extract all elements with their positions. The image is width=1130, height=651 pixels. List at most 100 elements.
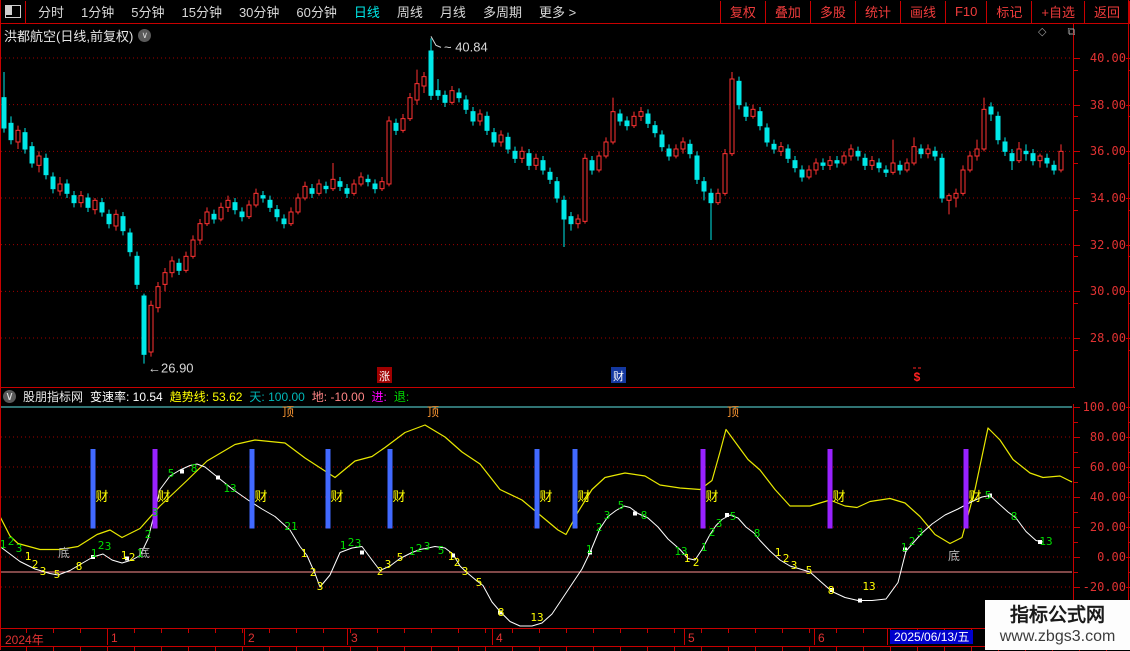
period-tab[interactable]: 分时: [38, 2, 64, 21]
candle-body: [212, 214, 216, 219]
top-label: 顶: [282, 405, 294, 419]
fib-count-label: 13: [862, 580, 875, 593]
event-marker: 财: [613, 369, 624, 383]
fib-count-label: 3: [16, 542, 23, 555]
candle-body: [401, 119, 405, 131]
candle-body: [163, 273, 167, 285]
candle-body: [919, 149, 923, 154]
candle-body: [16, 130, 20, 142]
candle-body: [37, 156, 41, 165]
toolbar-button[interactable]: F10: [945, 1, 986, 23]
period-tab[interactable]: 1分钟: [81, 2, 114, 21]
period-tab[interactable]: 多周期: [483, 2, 522, 21]
fib-count-label: 1: [586, 543, 593, 556]
toolbar-button[interactable]: 标记: [986, 1, 1031, 23]
candle-body: [569, 217, 573, 224]
fib-count-label: 21: [284, 520, 297, 533]
cai-label: 财: [157, 489, 170, 504]
toolbar-button[interactable]: +自选: [1031, 1, 1084, 23]
candle-body: [373, 184, 377, 189]
fib-count-label: 8: [828, 584, 835, 597]
fib-count-label: 13: [223, 482, 236, 495]
axis-label: 20.00: [1090, 520, 1126, 534]
axis-label: 36.00: [1090, 144, 1126, 158]
axis-tick: [1074, 245, 1080, 246]
candle-body: [86, 198, 90, 207]
candle-body: [338, 182, 342, 187]
fib-count-label: 2: [454, 556, 461, 569]
candle-body: [534, 158, 538, 165]
axis-label: 38.00: [1090, 98, 1126, 112]
candle-body: [590, 161, 594, 170]
chevron-down-icon[interactable]: ∨: [3, 390, 16, 403]
period-tab[interactable]: 月线: [440, 2, 466, 21]
candle-body: [72, 196, 76, 203]
candle-body: [1010, 154, 1014, 161]
candle-body: [737, 81, 741, 104]
toolbar-actions: 复权叠加多股统计画线F10标记+自选返回: [720, 1, 1130, 23]
period-tab[interactable]: 15分钟: [181, 2, 221, 21]
candle-body: [282, 219, 286, 224]
month-label: 3: [351, 631, 358, 645]
cai-label: 财: [832, 489, 845, 504]
candle-body: [646, 114, 650, 123]
layout-icon-cell[interactable]: [0, 1, 26, 23]
axis-tick: [1074, 303, 1078, 304]
period-tab[interactable]: 5分钟: [131, 2, 164, 21]
speed-marker: [633, 512, 637, 516]
candle-body: [1024, 151, 1028, 153]
axis-tick: [1074, 557, 1080, 558]
candle-body: [961, 170, 965, 193]
left-border: [0, 0, 1, 650]
fib-count-label: 5: [985, 489, 992, 502]
month-label: 2: [248, 631, 255, 645]
candle-body: [128, 233, 132, 252]
fib-count-label: 3: [716, 517, 723, 530]
candle-body: [422, 77, 426, 86]
period-tab[interactable]: 30分钟: [239, 2, 279, 21]
candle-body: [940, 158, 944, 198]
candle-body: [786, 149, 790, 158]
month-separator: [684, 629, 685, 645]
candle-body: [471, 112, 475, 121]
candle-body: [695, 156, 699, 179]
candle-body: [1038, 156, 1042, 161]
axis-tick: [1074, 587, 1080, 588]
chart-mini-icons[interactable]: ◇ ⧉: [1038, 25, 1084, 39]
candle-body: [331, 179, 335, 188]
candle-body: [583, 158, 587, 221]
chevron-down-icon[interactable]: ∨: [138, 29, 151, 42]
candle-body: [205, 212, 209, 224]
toolbar-button[interactable]: 画线: [900, 1, 945, 23]
toolbar-button[interactable]: 叠加: [765, 1, 810, 23]
toolbar-button[interactable]: 返回: [1084, 1, 1130, 23]
candle-body: [898, 165, 902, 170]
fib-count-label: 2: [909, 535, 916, 548]
fib-count-label: 3: [917, 526, 924, 539]
fib-count-label: 5: [397, 551, 404, 564]
cai-label: 财: [254, 489, 267, 504]
month-separator: [492, 629, 493, 645]
period-tab[interactable]: 60分钟: [296, 2, 336, 21]
candlestick-and-indicator-canvas[interactable]: ~ 40.84←26.90涨财$财财财财财财财财财财顶顶顶底底底12312358…: [0, 0, 1130, 650]
period-tab[interactable]: 日线: [354, 2, 380, 21]
period-tab[interactable]: 更多 >: [539, 2, 576, 21]
candle-body: [793, 161, 797, 168]
candle-body: [870, 161, 874, 166]
candle-body: [639, 112, 643, 117]
speed-marker: [180, 470, 184, 474]
month-separator: [887, 629, 888, 645]
candle-body: [492, 133, 496, 142]
fib-count-label: 3: [385, 558, 392, 571]
candle-body: [758, 112, 762, 126]
toolbar-button[interactable]: 统计: [855, 1, 900, 23]
month-label: 6: [818, 631, 825, 645]
candle-body: [58, 184, 62, 191]
axis-tick: [1074, 482, 1078, 483]
fib-count-label: 1: [701, 541, 708, 554]
candle-body: [450, 91, 454, 103]
toolbar-button[interactable]: 多股: [810, 1, 855, 23]
axis-tick: [1074, 151, 1080, 152]
toolbar-button[interactable]: 复权: [720, 1, 765, 23]
period-tab[interactable]: 周线: [397, 2, 423, 21]
